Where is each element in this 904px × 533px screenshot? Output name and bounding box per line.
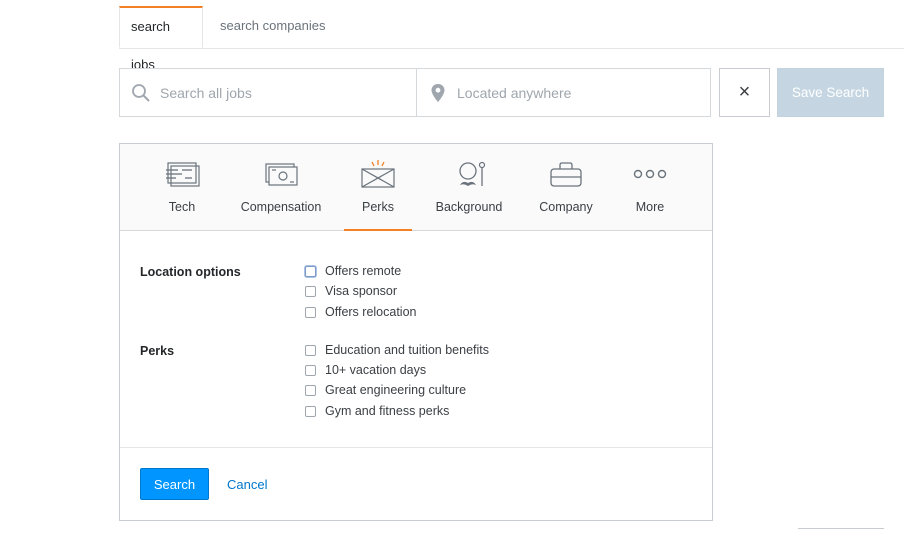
category-label: Tech	[168, 200, 196, 214]
filter-panel: Tech Compensation Perks Background Compa…	[119, 143, 713, 521]
panel-divider	[120, 447, 712, 448]
category-tab-perks[interactable]: Perks	[344, 144, 412, 231]
visa-sponsor-option[interactable]: Visa sponsor	[305, 282, 397, 300]
engineering-culture-option[interactable]: Great engineering culture	[305, 381, 466, 399]
search-mode-tabs: search jobs search companies	[119, 6, 904, 72]
category-tab-company[interactable]: Company	[524, 144, 608, 230]
jobs-search-field	[120, 69, 417, 116]
vacation-days-checkbox[interactable]	[305, 364, 316, 376]
gym-fitness-checkbox[interactable]	[305, 405, 316, 417]
company-icon	[546, 158, 586, 192]
compensation-icon	[261, 158, 301, 192]
option-label: 10+ vacation days	[325, 363, 427, 377]
background-icon	[449, 158, 489, 192]
offers-remote-option[interactable]: Offers remote	[305, 262, 401, 280]
option-label: Offers relocation	[325, 305, 417, 319]
offers-remote-checkbox[interactable]	[305, 265, 316, 277]
tab-search-companies[interactable]: search companies	[209, 6, 337, 47]
education-benefits-checkbox[interactable]	[305, 344, 316, 356]
vacation-days-option[interactable]: 10+ vacation days	[305, 361, 426, 379]
gym-fitness-option[interactable]: Gym and fitness perks	[305, 402, 449, 420]
offscreen-element-edge	[798, 528, 884, 533]
save-search-button[interactable]: Save Search	[777, 68, 884, 117]
perks-icon	[358, 158, 398, 192]
option-label: Gym and fitness perks	[325, 404, 450, 418]
cancel-link[interactable]: Cancel	[227, 477, 267, 492]
category-label: Background	[435, 200, 503, 214]
category-label: Perks	[362, 200, 394, 214]
category-label: Compensation	[240, 200, 322, 214]
engineering-culture-checkbox[interactable]	[305, 384, 316, 396]
location-search-input[interactable]	[455, 83, 699, 102]
close-icon: ×	[738, 81, 751, 103]
perks-label: Perks	[140, 344, 175, 358]
category-tab-more[interactable]: More	[616, 144, 684, 230]
location-search-field	[417, 69, 710, 116]
category-tab-tech[interactable]: Tech	[140, 144, 224, 230]
search-icon	[131, 83, 151, 103]
visa-sponsor-checkbox[interactable]	[305, 285, 316, 297]
category-label: Company	[539, 200, 593, 214]
tech-icon	[162, 158, 202, 192]
offers-relocation-option[interactable]: Offers relocation	[305, 303, 416, 321]
option-label: Education and tuition benefits	[325, 343, 490, 357]
option-label: Great engineering culture	[325, 383, 467, 397]
category-tabs: Tech Compensation Perks Background Compa…	[120, 144, 712, 231]
option-label: Visa sponsor	[325, 284, 398, 298]
tab-search-jobs[interactable]: search jobs	[119, 6, 203, 72]
education-benefits-option[interactable]: Education and tuition benefits	[305, 341, 489, 359]
more-icon	[630, 158, 670, 192]
category-tab-compensation[interactable]: Compensation	[230, 144, 332, 230]
category-tab-background[interactable]: Background	[424, 144, 514, 230]
offers-relocation-checkbox[interactable]	[305, 306, 316, 318]
location-pin-icon	[428, 83, 448, 103]
location-options-label: Location options	[140, 265, 241, 279]
search-button[interactable]: Search	[140, 468, 209, 500]
clear-search-button[interactable]: ×	[719, 68, 770, 117]
option-label: Offers remote	[325, 264, 402, 278]
category-label: More	[635, 200, 665, 214]
jobs-search-input[interactable]	[158, 83, 402, 102]
search-bar	[119, 68, 711, 117]
